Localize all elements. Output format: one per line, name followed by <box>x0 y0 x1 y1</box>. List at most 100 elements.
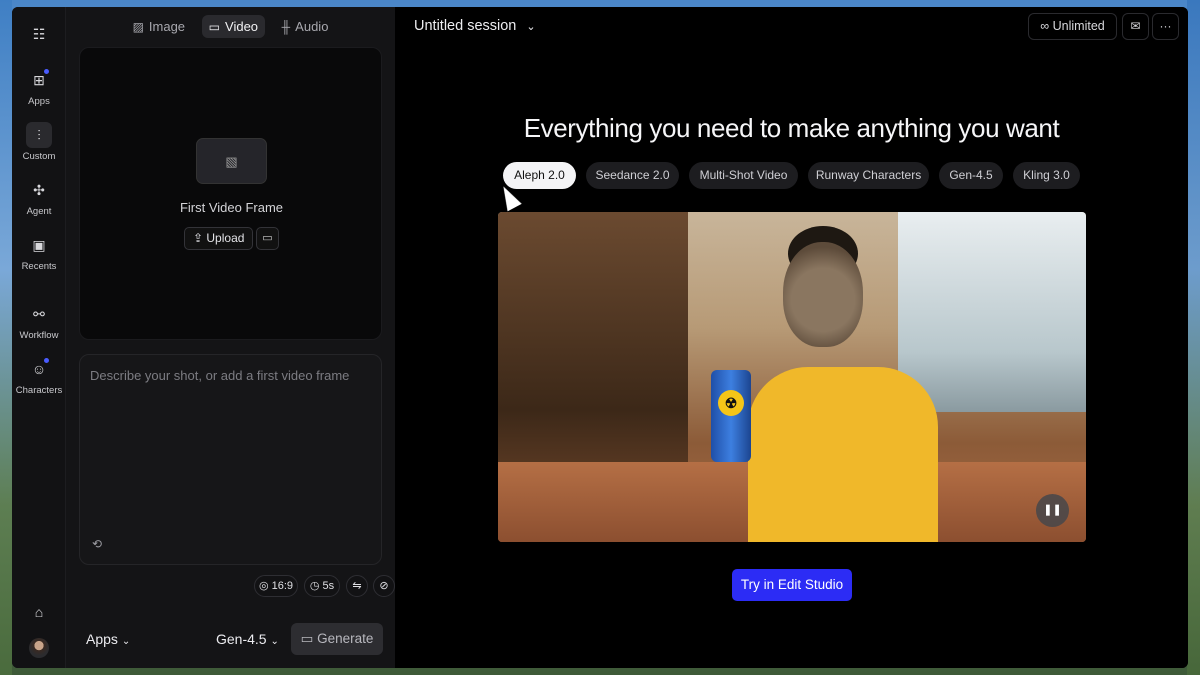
image-icon: ▨ <box>132 20 144 34</box>
tab-label: Image <box>148 19 186 34</box>
characters-icon: ☺ <box>26 356 52 382</box>
model-pills: Aleph 2.0 Seedance 2.0 Multi-Shot Video … <box>395 162 1188 189</box>
chat-icon: ✉ <box>1130 19 1141 33</box>
pill-multi-shot[interactable]: Multi-Shot Video <box>689 162 798 189</box>
duration-button[interactable]: ◷ 5s <box>304 575 340 597</box>
audio-wave-icon: ╫ <box>281 20 291 34</box>
main-area: Untitled session ⌄ ∞ Unlimited ✉ ··· Eve… <box>395 7 1188 668</box>
notification-dot <box>44 358 49 363</box>
icon-rail: ☷ ⊞ Apps ⫶ Custom ✣ Agent ▣ Recents ⚯ Wo… <box>12 7 66 668</box>
duration-value: 5s <box>322 580 335 592</box>
rail-item-label: Custom <box>22 151 56 162</box>
media-tabs: ▨ Image ▭ Video ╫ Audio <box>66 15 395 39</box>
desktop-wallpaper-right <box>1187 0 1200 675</box>
rail-item-workflow[interactable]: ⚯ Workflow <box>12 301 66 341</box>
rail-item-apps[interactable]: ⊞ Apps <box>12 67 66 107</box>
recents-icon: ▣ <box>32 237 46 253</box>
more-icon: ··· <box>1159 19 1172 33</box>
prompt-placeholder: Describe your shot, or add a first video… <box>90 368 350 383</box>
pill-seedance[interactable]: Seedance 2.0 <box>586 162 679 189</box>
agent-icon: ✣ <box>33 182 45 198</box>
desktop-wallpaper-left <box>0 0 12 675</box>
upload-label: Upload <box>206 231 245 245</box>
rail-item-agent[interactable]: ✣ Agent <box>12 177 66 217</box>
frame-title: First Video Frame <box>179 200 284 215</box>
tab-label: Audio <box>295 19 329 34</box>
panel-footer: Apps ⌄ Gen-4.5 ⌄ ▭ Generate <box>66 623 395 657</box>
drink-can: ☢ <box>711 370 751 462</box>
plan-button[interactable]: ∞ Unlimited <box>1028 13 1117 40</box>
apps-dropdown[interactable]: Apps ⌄ <box>86 631 130 647</box>
more-options-button[interactable]: ··· <box>1152 13 1179 40</box>
upload-icon: ⇪ <box>193 231 207 245</box>
session-title: Untitled session <box>414 18 517 34</box>
upload-button[interactable]: ⇪ Upload <box>184 227 254 250</box>
video-icon: ▭ <box>300 631 318 646</box>
settings-button[interactable]: ⇋ <box>346 575 368 597</box>
workflow-icon: ⚯ <box>33 306 45 322</box>
home-button[interactable]: ⌂ <box>12 599 66 628</box>
camera-control-button[interactable]: ⊘ <box>373 575 395 597</box>
notification-dot <box>44 69 49 74</box>
layout-icon: ☷ <box>32 26 46 42</box>
rail-item-label: Apps <box>28 96 50 107</box>
rail-item-recents[interactable]: ▣ Recents <box>12 232 66 272</box>
rail-item-label: Recents <box>21 261 57 272</box>
rail-item-label: Workflow <box>19 330 59 341</box>
preview-video[interactable]: ☢ ❚❚ <box>498 212 1086 542</box>
radiation-icon: ☢ <box>718 390 744 416</box>
timer-icon: ◷ <box>309 580 323 592</box>
first-frame-dropzone[interactable]: ▧ First Video Frame ⇪ Upload ▭ <box>79 47 382 340</box>
plan-label: Unlimited <box>1052 19 1105 33</box>
aspect-icon: ◎ <box>258 580 272 592</box>
model-dropdown[interactable]: Gen-4.5 ⌄ <box>216 631 279 647</box>
model-dropdown-label: Gen-4.5 <box>216 631 267 647</box>
sliders-icon: ⫶ <box>26 122 52 148</box>
pause-button[interactable]: ❚❚ <box>1036 494 1069 527</box>
apps-dropdown-label: Apps <box>86 631 118 647</box>
generation-panel: ▨ Image ▭ Video ╫ Audio ▧ First Video Frame… <box>66 7 395 668</box>
chevron-down-icon: ⌄ <box>526 21 536 33</box>
rail-item-characters[interactable]: ☺ Characters <box>12 356 66 396</box>
infinity-icon: ∞ <box>1040 19 1053 33</box>
sliders-icon: ⇋ <box>352 580 362 592</box>
avatar[interactable] <box>29 638 49 658</box>
browse-folder-button[interactable]: ▭ <box>256 227 279 250</box>
layout-toggle-button[interactable]: ☷ <box>12 21 66 50</box>
aspect-value: 16:9 <box>271 580 294 592</box>
generate-label: Generate <box>317 631 374 646</box>
app-window: ☷ ⊞ Apps ⫶ Custom ✣ Agent ▣ Recents ⚯ Wo… <box>12 7 1188 668</box>
apps-icon: ⊞ <box>26 67 52 93</box>
tab-audio[interactable]: ╫ Audio <box>275 15 336 38</box>
tab-video[interactable]: ▭ Video <box>201 15 266 38</box>
feedback-button[interactable]: ✉ <box>1122 13 1149 40</box>
subject-sweater <box>748 367 938 542</box>
rail-item-custom[interactable]: ⫶ Custom <box>12 122 66 162</box>
pill-gen45[interactable]: Gen-4.5 <box>939 162 1003 189</box>
pill-runway-characters[interactable]: Runway Characters <box>808 162 929 189</box>
pause-icon: ❚❚ <box>1043 504 1062 516</box>
enhance-prompt-icon[interactable]: ⟲ <box>92 537 102 551</box>
subject-head <box>783 242 863 347</box>
folder-icon: ▭ <box>262 232 273 244</box>
edit-studio-button[interactable]: Try in Edit Studio <box>732 569 852 601</box>
chevron-down-icon: ⌄ <box>121 636 131 647</box>
rail-item-label: Agent <box>26 206 52 217</box>
tab-image[interactable]: ▨ Image <box>126 15 192 38</box>
headline: Everything you need to make anything you… <box>523 113 1060 143</box>
pill-kling[interactable]: Kling 3.0 <box>1013 162 1080 189</box>
home-icon: ⌂ <box>34 604 44 620</box>
generate-button[interactable]: ▭ Generate <box>291 623 383 655</box>
session-title-dropdown[interactable]: Untitled session ⌄ <box>414 18 536 34</box>
video-icon: ▭ <box>208 20 221 34</box>
image-placeholder-icon: ▧ <box>196 138 267 184</box>
pill-aleph[interactable]: Aleph 2.0 <box>503 162 576 189</box>
chevron-down-icon: ⌄ <box>270 636 279 647</box>
aspect-ratio-button[interactable]: ◎ 16:9 <box>254 575 298 597</box>
camera-control-icon: ⊘ <box>379 580 389 592</box>
rail-item-label: Characters <box>15 385 63 396</box>
tab-label: Video <box>225 19 259 34</box>
video-subject <box>748 226 938 542</box>
prompt-input[interactable]: Describe your shot, or add a first video… <box>79 354 382 565</box>
generation-settings: ◎ 16:9 ◷ 5s ⇋ ⊘ <box>66 575 395 597</box>
